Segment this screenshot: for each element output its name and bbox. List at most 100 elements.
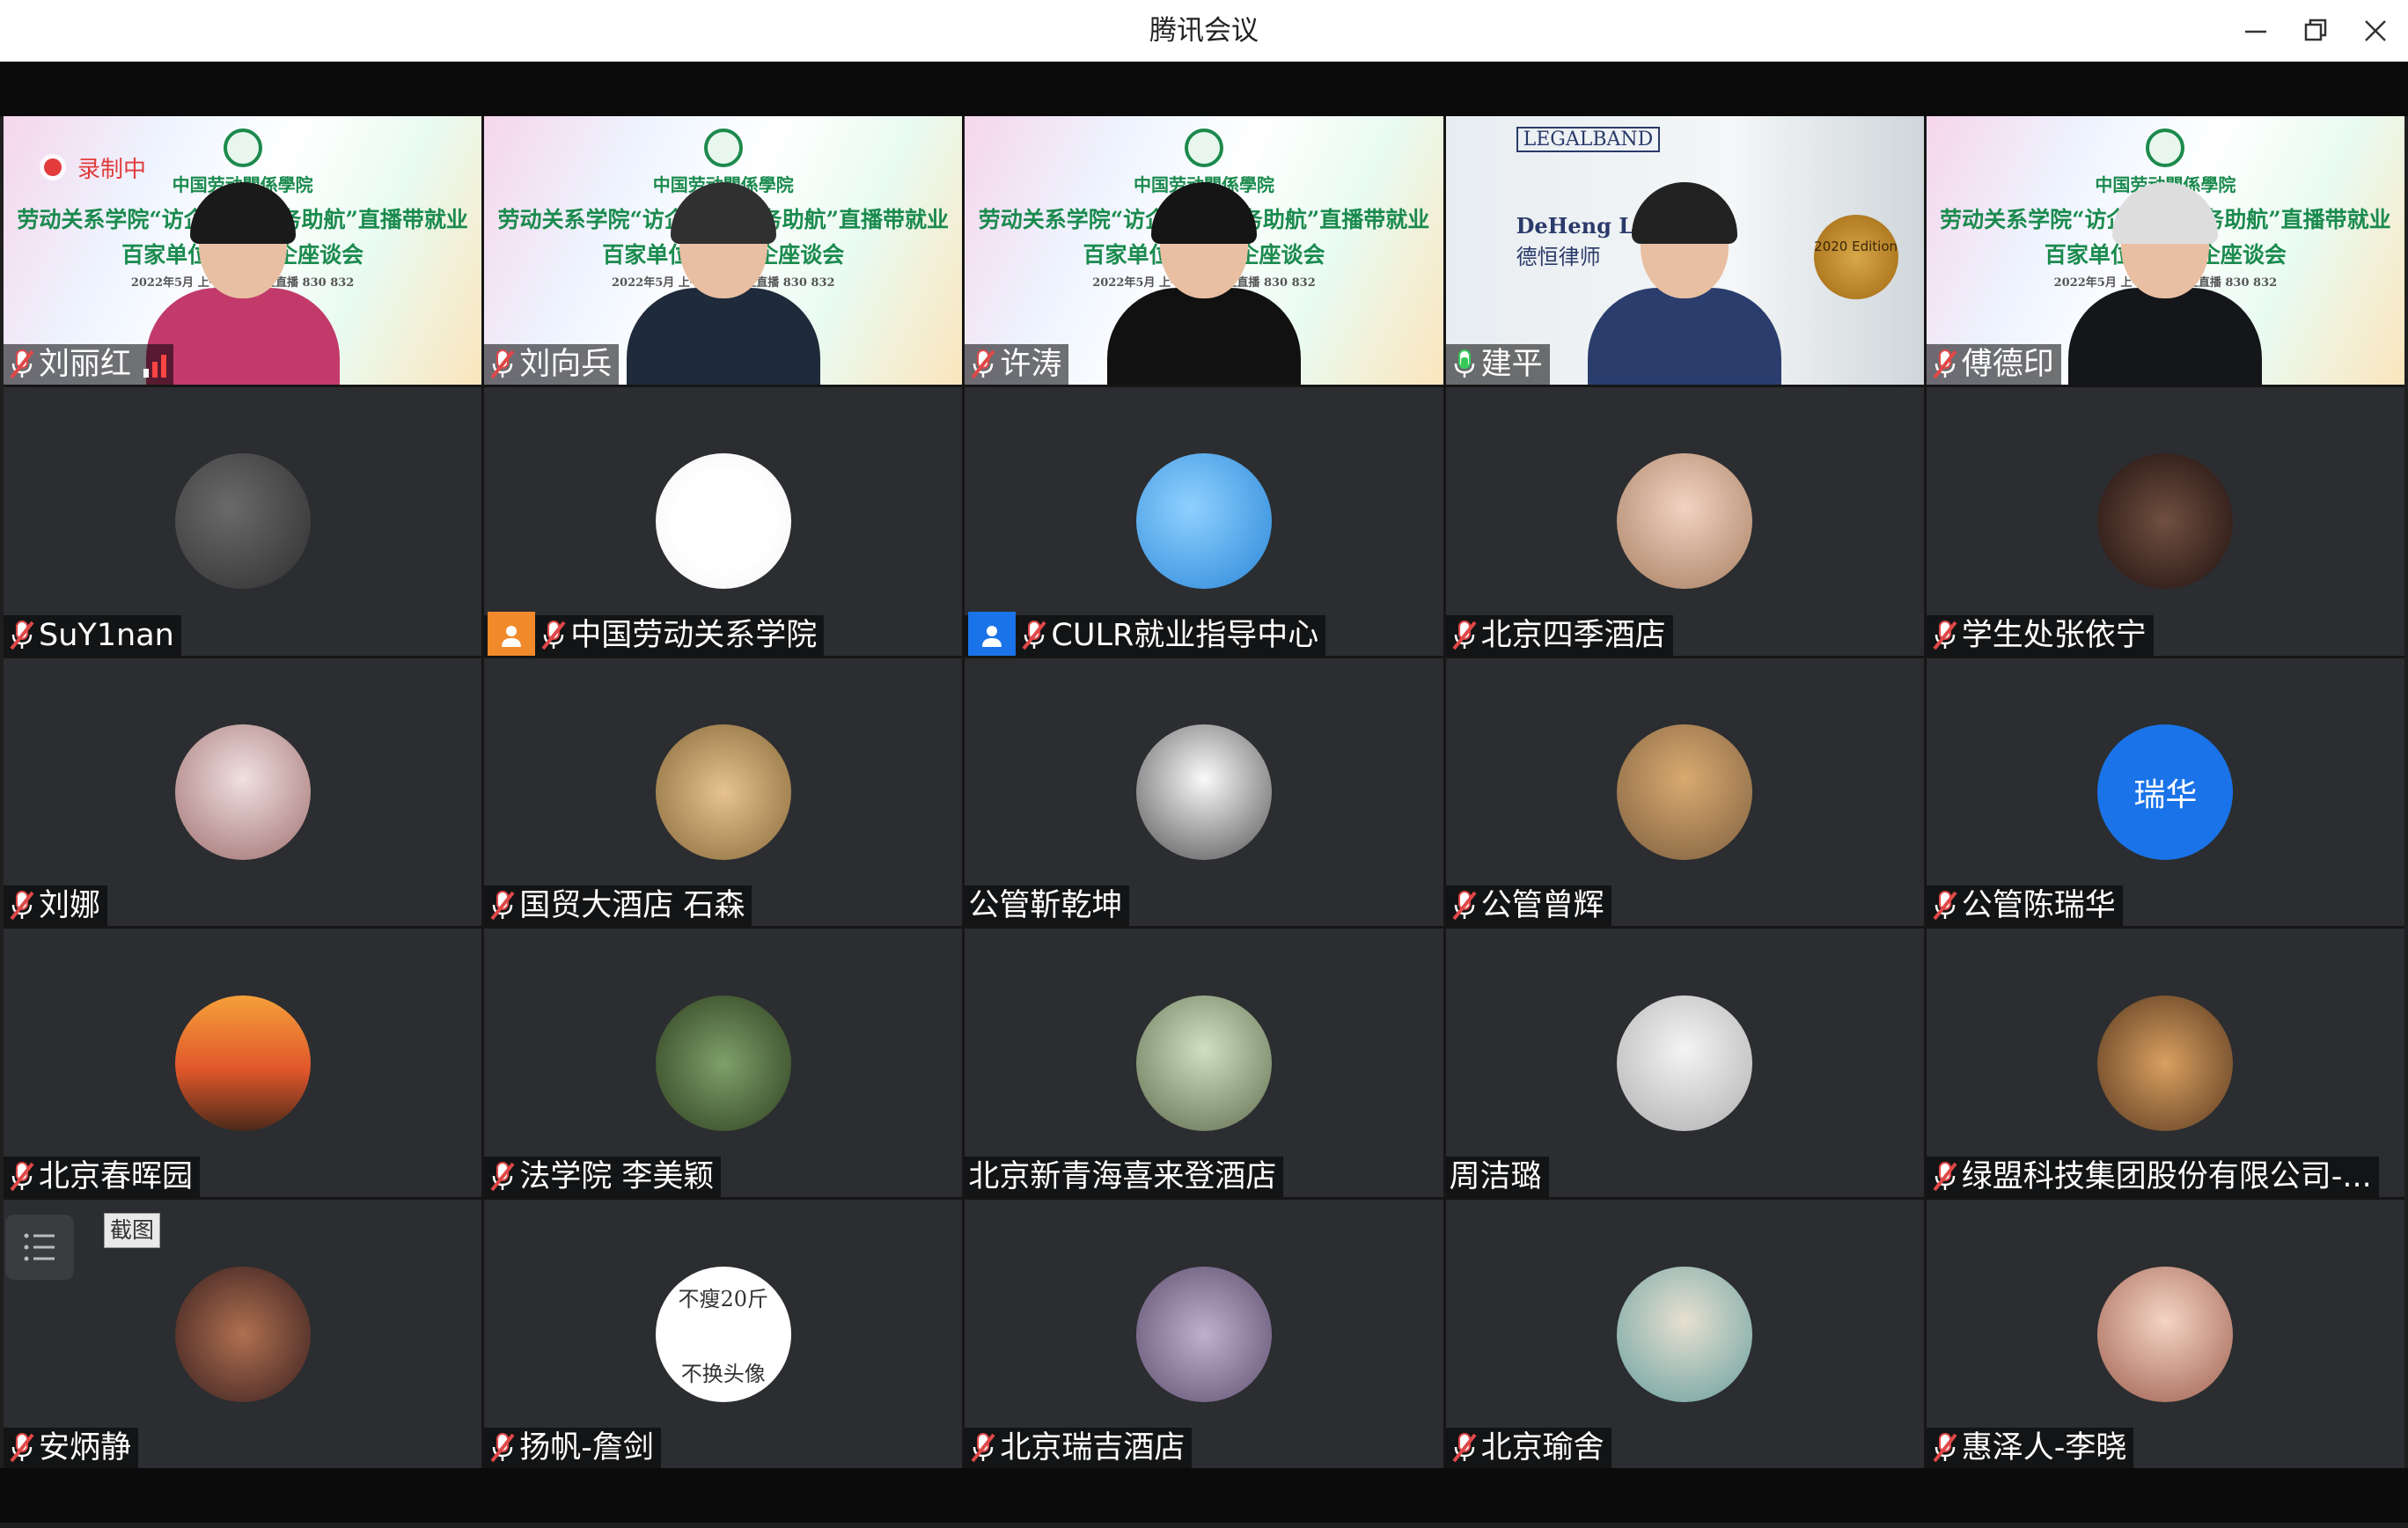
mic-muted-icon xyxy=(1933,349,1957,379)
participant-name: SuY1nan xyxy=(39,617,174,653)
participant-name-bar: 扬帆-詹剑 xyxy=(484,1427,661,1468)
participant-tile[interactable]: 中国劳动關係學院劳动关系学院“访企拓岗 服务助航”直播带就业百家单位线上访企座谈… xyxy=(1926,116,2404,385)
participant-name-bar: 北京春晖园 xyxy=(4,1157,201,1198)
participant-avatar xyxy=(1617,1266,1753,1402)
participant-name: CULR就业指导中心 xyxy=(1051,617,1319,653)
participant-tile[interactable]: 公管靳乾坤 xyxy=(965,657,1443,927)
participant-avatar xyxy=(1617,995,1753,1131)
mic-muted-icon xyxy=(1452,1432,1477,1463)
participant-name: 法学院 李美颖 xyxy=(519,1159,715,1195)
participant-name-bar: 法学院 李美颖 xyxy=(484,1157,722,1198)
participant-name-bar: 惠泽人-李晓 xyxy=(1926,1427,2134,1468)
restore-icon xyxy=(2304,18,2327,41)
participant-list-button[interactable] xyxy=(5,1215,74,1280)
participant-avatar xyxy=(1617,724,1753,860)
top-bar xyxy=(0,62,2408,116)
participant-tile[interactable]: 绿盟科技集团股份有限公司-... xyxy=(1926,929,2404,1198)
participant-tile[interactable]: 北京瑞吉酒店 xyxy=(965,1200,1443,1468)
mic-muted-icon xyxy=(10,349,34,379)
participant-tile[interactable]: 北京春晖园 xyxy=(4,929,482,1198)
participant-tile[interactable]: 瑞华 公管陈瑞华 xyxy=(1926,657,2404,927)
participant-tile[interactable]: 安炳静 xyxy=(4,1200,482,1468)
mic-muted-icon xyxy=(1933,1162,1957,1192)
participant-name: 北京新青海喜来登酒店 xyxy=(968,1159,1277,1195)
host-role-icon xyxy=(968,611,1017,656)
participant-name: 学生处张依宁 xyxy=(1961,617,2147,653)
mic-muted-icon xyxy=(1933,891,1957,921)
mic-muted-icon xyxy=(10,891,34,921)
participant-name-bar: 许涛 xyxy=(965,343,1069,385)
participant-name-bar: 公管靳乾坤 xyxy=(965,885,1130,927)
mic-muted-icon xyxy=(971,1432,995,1463)
title-bar: 腾讯会议 xyxy=(0,0,2408,62)
mic-muted-icon xyxy=(490,1162,515,1192)
mic-muted-icon xyxy=(1933,620,1957,650)
participant-name: 刘向兵 xyxy=(519,346,613,382)
participant-name: 北京四季酒店 xyxy=(1480,617,1666,653)
participant-avatar xyxy=(655,453,791,590)
participant-avatar xyxy=(655,995,791,1131)
participant-tile[interactable]: SuY1nan xyxy=(4,386,482,656)
participant-tile[interactable]: 不瘦20斤 不换头像扬帆-詹剑 xyxy=(484,1200,963,1468)
close-button[interactable] xyxy=(2355,11,2396,51)
participant-tile[interactable]: 中国劳动關係學院劳动关系学院“访企拓岗 服务助航”直播带就业百家单位线上访企座谈… xyxy=(484,116,963,385)
participant-tile[interactable]: 中国劳动關係學院劳动关系学院“访企拓岗 服务助航”直播带就业百家单位线上访企座谈… xyxy=(965,116,1443,385)
participant-name-bar: 刘娜 xyxy=(4,885,108,927)
participant-tile[interactable]: 北京四季酒店 xyxy=(1445,386,1924,656)
participant-avatar xyxy=(1135,724,1272,860)
mic-muted-icon xyxy=(1452,891,1477,921)
participant-name-bar: 刘丽红 xyxy=(4,343,174,385)
participant-video-figure xyxy=(2059,156,2271,385)
participant-tile[interactable]: 刘娜 xyxy=(4,657,482,927)
participant-tile[interactable]: 法学院 李美颖 xyxy=(484,929,963,1198)
cert-brand: LEGALBAND xyxy=(1516,127,1661,152)
minimize-button[interactable] xyxy=(2235,11,2276,51)
participant-tile[interactable]: 北京瑜舍 xyxy=(1445,1200,1924,1468)
award-badge: 2020 Edition xyxy=(1813,215,1898,299)
participant-avatar xyxy=(1135,995,1272,1131)
participant-tile[interactable]: 惠泽人-李晓 xyxy=(1926,1200,2404,1468)
host-role-icon xyxy=(488,611,536,656)
participant-tile[interactable]: CULR就业指导中心 xyxy=(965,386,1443,656)
participant-name-bar: 安炳静 xyxy=(4,1427,139,1468)
participant-name: 建平 xyxy=(1480,346,1543,382)
participant-avatar xyxy=(174,453,311,590)
participant-tile[interactable]: 中国劳动關係學院劳动关系学院“访企拓岗 服务助航”直播带就业百家单位线上访企座谈… xyxy=(4,116,482,385)
participant-name-bar: 北京四季酒店 xyxy=(1445,614,1673,656)
mic-muted-icon xyxy=(10,1162,34,1192)
video-grid: 中国劳动關係學院劳动关系学院“访企拓岗 服务助航”直播带就业百家单位线上访企座谈… xyxy=(4,116,2404,1468)
participant-name: 惠泽人-李晓 xyxy=(1961,1429,2127,1466)
participant-name-bar: 中国劳动关系学院 xyxy=(484,611,825,656)
participant-tile[interactable]: 中国劳动关系学院 xyxy=(484,386,963,656)
participant-tile[interactable]: 学生处张依宁 xyxy=(1926,386,2404,656)
participant-name-bar: CULR就业指导中心 xyxy=(965,611,1326,656)
mic-muted-icon xyxy=(10,1432,34,1463)
participant-name: 公管陈瑞华 xyxy=(1961,888,2116,924)
restore-button[interactable] xyxy=(2295,11,2336,51)
participant-avatar xyxy=(174,1266,311,1402)
participant-tile[interactable]: 周洁璐 xyxy=(1445,929,1924,1198)
mic-muted-icon xyxy=(1452,620,1477,650)
participant-tile[interactable]: 北京新青海喜来登酒店 xyxy=(965,929,1443,1198)
minimize-icon xyxy=(2245,30,2266,33)
mic-muted-icon xyxy=(490,1432,515,1463)
recording-indicator[interactable]: 录制中 xyxy=(44,151,146,183)
mic-muted-icon xyxy=(971,349,995,379)
participant-name: 国贸大酒店 石森 xyxy=(519,888,745,924)
participant-tile[interactable]: 公管曾辉 xyxy=(1445,657,1924,927)
participant-name-bar: 北京新青海喜来登酒店 xyxy=(965,1157,1284,1198)
participant-name-bar: 绿盟科技集团股份有限公司-... xyxy=(1926,1157,2379,1198)
participant-name: 许涛 xyxy=(1000,346,1062,382)
participant-name-bar: SuY1nan xyxy=(4,614,181,656)
participant-tile[interactable]: 国贸大酒店 石森 xyxy=(484,657,963,927)
participant-avatar: 不瘦20斤 不换头像 xyxy=(655,1266,791,1402)
screenshot-tooltip: 截图 xyxy=(104,1213,161,1248)
participant-name: 周洁璐 xyxy=(1449,1159,1542,1195)
participant-avatar xyxy=(2097,453,2234,590)
participant-name: 绿盟科技集团股份有限公司-... xyxy=(1961,1159,2372,1195)
participant-avatar xyxy=(1617,453,1753,590)
participant-tile[interactable]: LEGALBAND DeHeng Law 德恒律师 2020 Edition 建平 xyxy=(1445,116,1924,385)
close-icon xyxy=(2365,20,2386,41)
participant-name-bar: 傅德印 xyxy=(1926,343,2061,385)
participant-name: 刘丽红 xyxy=(39,346,132,382)
